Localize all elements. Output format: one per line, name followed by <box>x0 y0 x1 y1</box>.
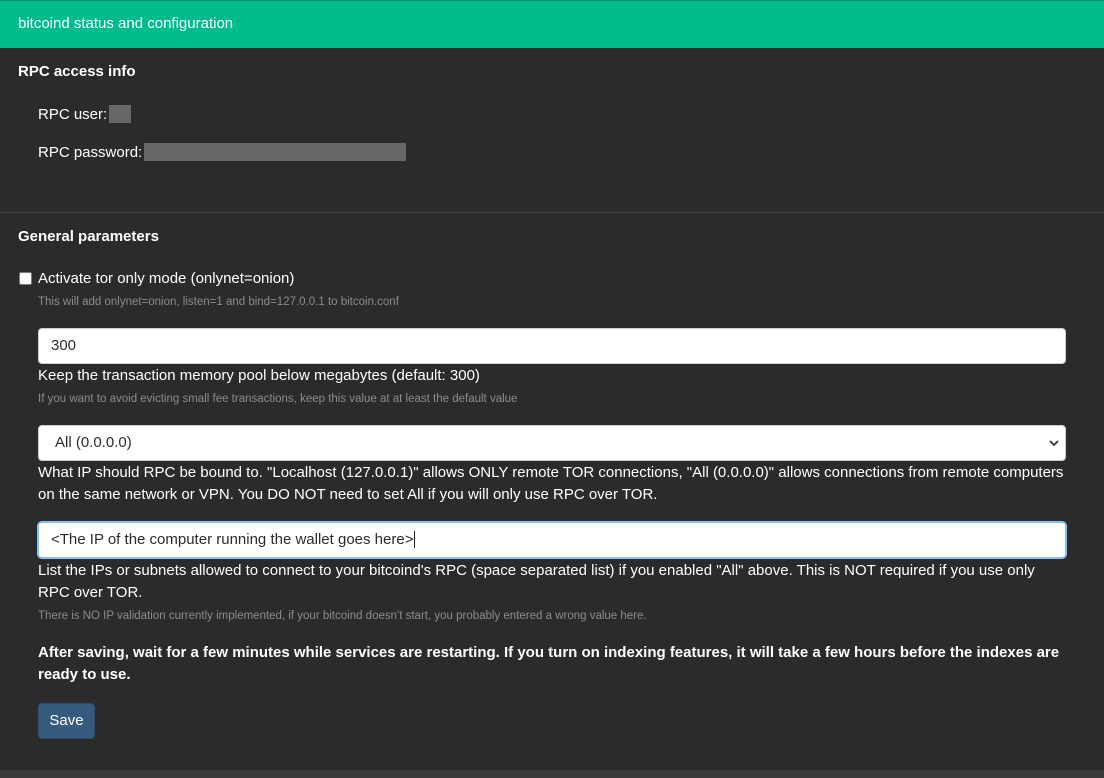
section-divider <box>0 212 1104 213</box>
rpc-bind-selected: All (0.0.0.0) <box>55 434 132 451</box>
rpc-bind-description: What IP should RPC be bound to. "Localho… <box>38 464 1064 503</box>
rpc-user-label: RPC user: <box>38 106 108 123</box>
allowed-ips-input-value: <The IP of the computer running the wall… <box>51 531 414 548</box>
rpc-user-redacted <box>109 105 132 124</box>
chevron-down-icon <box>1049 440 1059 447</box>
save-button[interactable]: Save <box>38 703 95 739</box>
rpc-password-redacted <box>144 143 407 162</box>
general-section-title: General parameters <box>18 228 159 245</box>
rpc-user-row: RPC user: <box>38 105 132 124</box>
allowed-ips-input[interactable]: <The IP of the computer running the wall… <box>38 522 1066 558</box>
allowed-ips-help: There is NO IP validation currently impl… <box>38 610 647 622</box>
rpc-section-title: RPC access info <box>18 63 136 80</box>
mempool-input[interactable]: 300 <box>38 328 1066 364</box>
rpc-password-label: RPC password: <box>38 144 143 161</box>
page-title: bitcoind status and configuration <box>18 15 234 32</box>
mempool-input-value: 300 <box>51 337 77 354</box>
mempool-label: Keep the transaction memory pool below m… <box>38 367 480 384</box>
page-header: bitcoind status and configuration <box>0 0 1104 48</box>
text-caret <box>414 530 416 548</box>
tor-only-checkbox[interactable] <box>19 272 32 285</box>
restart-notice: After saving, wait for a few minutes whi… <box>38 644 1060 683</box>
rpc-bind-select[interactable]: All (0.0.0.0) <box>38 425 1066 461</box>
footer-band <box>0 770 1104 778</box>
mempool-help: If you want to avoid evicting small fee … <box>38 393 518 405</box>
rpc-password-row: RPC password: <box>38 143 407 162</box>
tor-only-help: This will add onlynet=onion, listen=1 an… <box>38 296 399 308</box>
tor-only-label[interactable]: Activate tor only mode (onlynet=onion) <box>38 270 294 287</box>
allowed-ips-description: List the IPs or subnets allowed to conne… <box>38 562 1035 601</box>
